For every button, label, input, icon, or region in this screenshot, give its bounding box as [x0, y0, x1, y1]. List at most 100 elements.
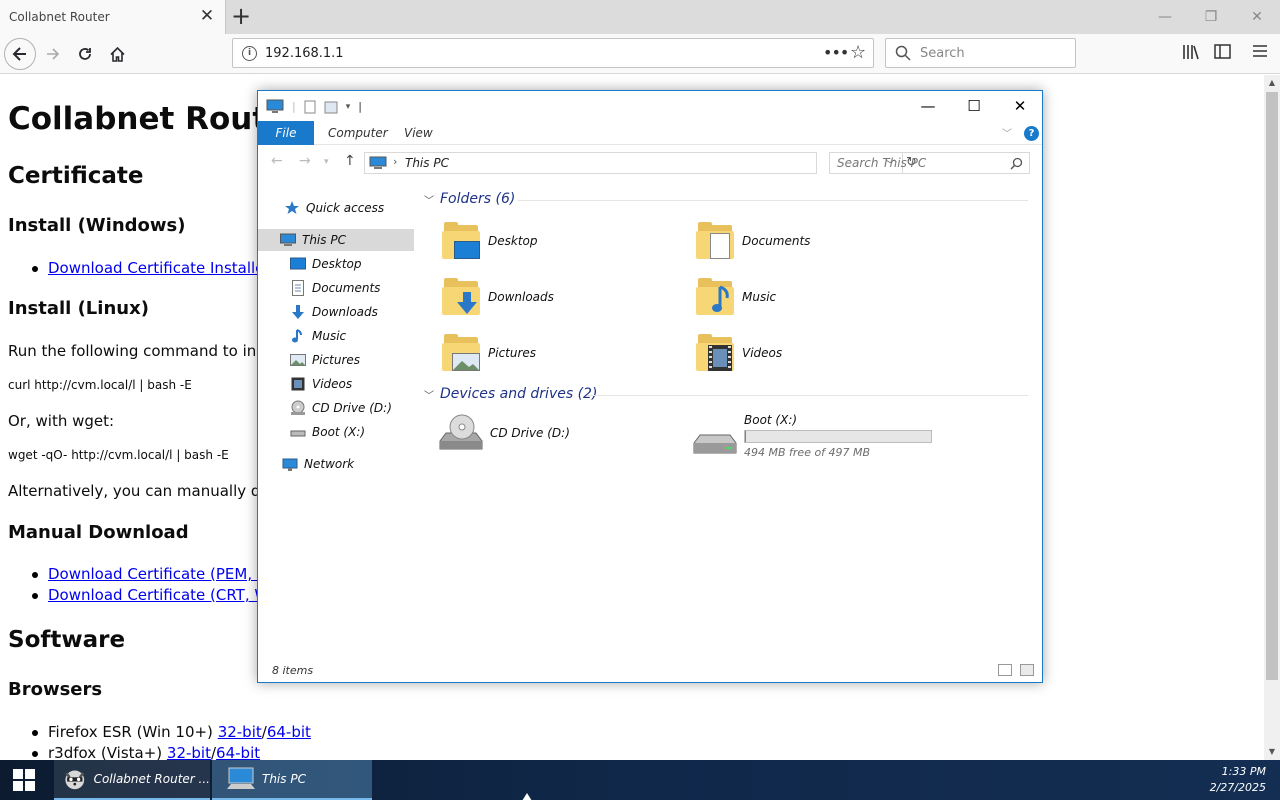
folder-tile-pictures[interactable]: Pictures: [442, 333, 536, 373]
nav-item-documents[interactable]: Documents: [290, 277, 380, 299]
expand-ribbon-chevron-icon[interactable]: ﹀: [1002, 125, 1012, 140]
explorer-maximize-icon[interactable]: ☐: [951, 91, 997, 121]
explorer-ribbon: File Computer View ﹀ ?: [258, 121, 1042, 145]
folder-tile-documents[interactable]: Documents: [696, 221, 810, 261]
firefox-32bit-link[interactable]: 32-bit: [218, 723, 262, 741]
page-scrollbar[interactable]: ▲ ▼: [1264, 75, 1280, 760]
explorer-back-icon[interactable]: ←: [271, 153, 283, 169]
minimize-window-icon[interactable]: —: [1142, 0, 1188, 34]
new-tab-plus-icon[interactable]: +: [229, 4, 253, 28]
recent-locations-icon[interactable]: ▾: [324, 157, 329, 167]
folder-tile-desktop[interactable]: Desktop: [442, 221, 538, 261]
restore-window-icon[interactable]: ❐: [1188, 0, 1234, 34]
large-icons-view-icon[interactable]: [1020, 664, 1034, 676]
nav-item-downloads[interactable]: Downloads: [290, 301, 378, 323]
up-arrow-icon[interactable]: ↑: [344, 153, 356, 169]
browser-search-input[interactable]: Search: [885, 38, 1076, 68]
nav-item-pictures[interactable]: Pictures: [290, 349, 360, 371]
documents-folder-icon: [696, 221, 736, 261]
download-pem-link[interactable]: Download Certificate (PEM, Linu: [48, 565, 288, 583]
r3dfox-64bit-link[interactable]: 64-bit: [216, 744, 260, 760]
url-bar[interactable]: i 192.168.1.1 ••• ☆: [232, 38, 874, 68]
explorer-forward-icon[interactable]: →: [299, 153, 311, 169]
or-wget-text: Or, with wget:: [8, 412, 115, 430]
address-text: This PC: [405, 156, 449, 170]
taskbar-item-browser[interactable]: Collabnet Router ...: [54, 760, 210, 800]
url-text: 192.168.1.1: [265, 46, 344, 61]
collapse-chevron-icon[interactable]: ﹀: [424, 387, 434, 402]
software-heading: Software: [8, 627, 126, 653]
list-item: Download Certificate Installer (A: [32, 259, 291, 277]
nav-item-videos[interactable]: Videos: [290, 373, 352, 395]
devices-group-header[interactable]: ﹀ Devices and drives (2): [424, 386, 597, 402]
info-icon[interactable]: i: [242, 46, 257, 61]
network-icon: [282, 456, 298, 472]
explorer-address-bar[interactable]: › This PC ﹀ ↻: [364, 152, 917, 174]
nav-item-network[interactable]: Network: [282, 453, 354, 475]
close-window-icon[interactable]: ✕: [1234, 0, 1280, 34]
nav-item-cd-drive[interactable]: CD Drive (D:): [290, 397, 392, 419]
this-pc-icon: [280, 232, 296, 248]
windows-start-icon[interactable]: [0, 760, 48, 800]
nav-item-desktop[interactable]: Desktop: [290, 253, 362, 275]
this-pc-icon: [227, 767, 255, 789]
explorer-search-placeholder: Search This PC: [837, 156, 927, 170]
firefox-64bit-link[interactable]: 64-bit: [267, 723, 311, 741]
quick-access-toolbar: | ▾ |: [266, 99, 362, 114]
close-tab-icon[interactable]: ✕: [199, 8, 215, 25]
ribbon-tab-file[interactable]: File: [258, 121, 314, 145]
taskbar-clock[interactable]: 1:33 PM 2/27/2025: [1210, 764, 1266, 796]
page-actions-icon[interactable]: •••: [823, 43, 849, 62]
back-arrow-icon[interactable]: [4, 38, 36, 70]
explorer-address-row: ← → ▾ ↑ › This PC ﹀ ↻ Search This PC: [258, 145, 1042, 179]
home-icon[interactable]: [101, 38, 133, 70]
bookmark-star-icon[interactable]: ☆: [850, 42, 866, 63]
properties-icon[interactable]: [304, 100, 316, 114]
explorer-close-icon[interactable]: ✕: [997, 91, 1043, 121]
library-icon[interactable]: [1181, 44, 1201, 64]
folder-tile-downloads[interactable]: Downloads: [442, 277, 554, 317]
reload-icon[interactable]: [69, 38, 101, 70]
folder-tile-music[interactable]: Music: [696, 277, 776, 317]
nav-item-quick-access[interactable]: Quick access: [284, 197, 384, 219]
r3dfox-32bit-link[interactable]: 32-bit: [167, 744, 211, 760]
download-installer-link[interactable]: Download Certificate Installer: [48, 259, 271, 277]
ribbon-tab-view[interactable]: View: [404, 121, 433, 145]
hamburger-menu-icon[interactable]: [1250, 44, 1270, 64]
explorer-title-bar[interactable]: | ▾ | — ☐ ✕: [258, 91, 1042, 121]
hard-drive-icon: [290, 424, 306, 440]
certificate-heading: Certificate: [8, 163, 144, 189]
download-crt-link[interactable]: Download Certificate (CRT, Win: [48, 586, 283, 604]
nav-item-this-pc[interactable]: This PC: [258, 229, 414, 251]
group-divider: [518, 200, 1028, 201]
nav-item-boot-drive[interactable]: Boot (X:): [290, 421, 365, 443]
forward-arrow-icon[interactable]: [37, 38, 69, 70]
folders-group-header[interactable]: ﹀ Folders (6): [424, 191, 515, 207]
ribbon-tab-computer[interactable]: Computer: [328, 121, 388, 145]
list-item: Firefox ESR (Win 10+) 32-bit/64-bit: [32, 723, 311, 741]
nav-item-music[interactable]: Music: [290, 325, 346, 347]
browser-toolbar: i 192.168.1.1 ••• ☆ Search: [0, 34, 1280, 74]
browser-tab[interactable]: Collabnet Router ✕: [0, 0, 226, 34]
help-icon[interactable]: ?: [1024, 126, 1039, 141]
taskbar-item-explorer[interactable]: This PC: [212, 760, 372, 800]
sidebar-icon[interactable]: [1212, 44, 1232, 64]
details-view-icon[interactable]: [998, 664, 1012, 676]
scroll-up-arrow-icon[interactable]: ▲: [1264, 75, 1280, 91]
breadcrumb-separator-icon[interactable]: ›: [393, 155, 397, 168]
drive-tile-boot[interactable]: Boot (X:) 494 MB free of 497 MB: [692, 413, 932, 461]
explorer-search-input[interactable]: Search This PC: [829, 152, 1030, 174]
new-folder-icon[interactable]: [324, 100, 338, 114]
drive-tile-cd[interactable]: CD Drive (D:): [438, 413, 570, 453]
customize-toolbar-dropdown-icon[interactable]: ▾: [346, 102, 351, 112]
firefox-esr-text: Firefox ESR (Win 10+): [48, 723, 218, 741]
hard-drive-icon: [693, 434, 737, 454]
explorer-minimize-icon[interactable]: —: [905, 91, 951, 121]
list-item: Download Certificate (CRT, Win: [32, 586, 283, 604]
scroll-thumb[interactable]: [1266, 92, 1278, 680]
folder-tile-videos[interactable]: Videos: [696, 333, 782, 373]
browsers-heading: Browsers: [8, 679, 103, 700]
run-command-text: Run the following command to install: [8, 342, 288, 360]
scroll-down-arrow-icon[interactable]: ▼: [1264, 744, 1280, 760]
collapse-chevron-icon[interactable]: ﹀: [424, 192, 434, 207]
